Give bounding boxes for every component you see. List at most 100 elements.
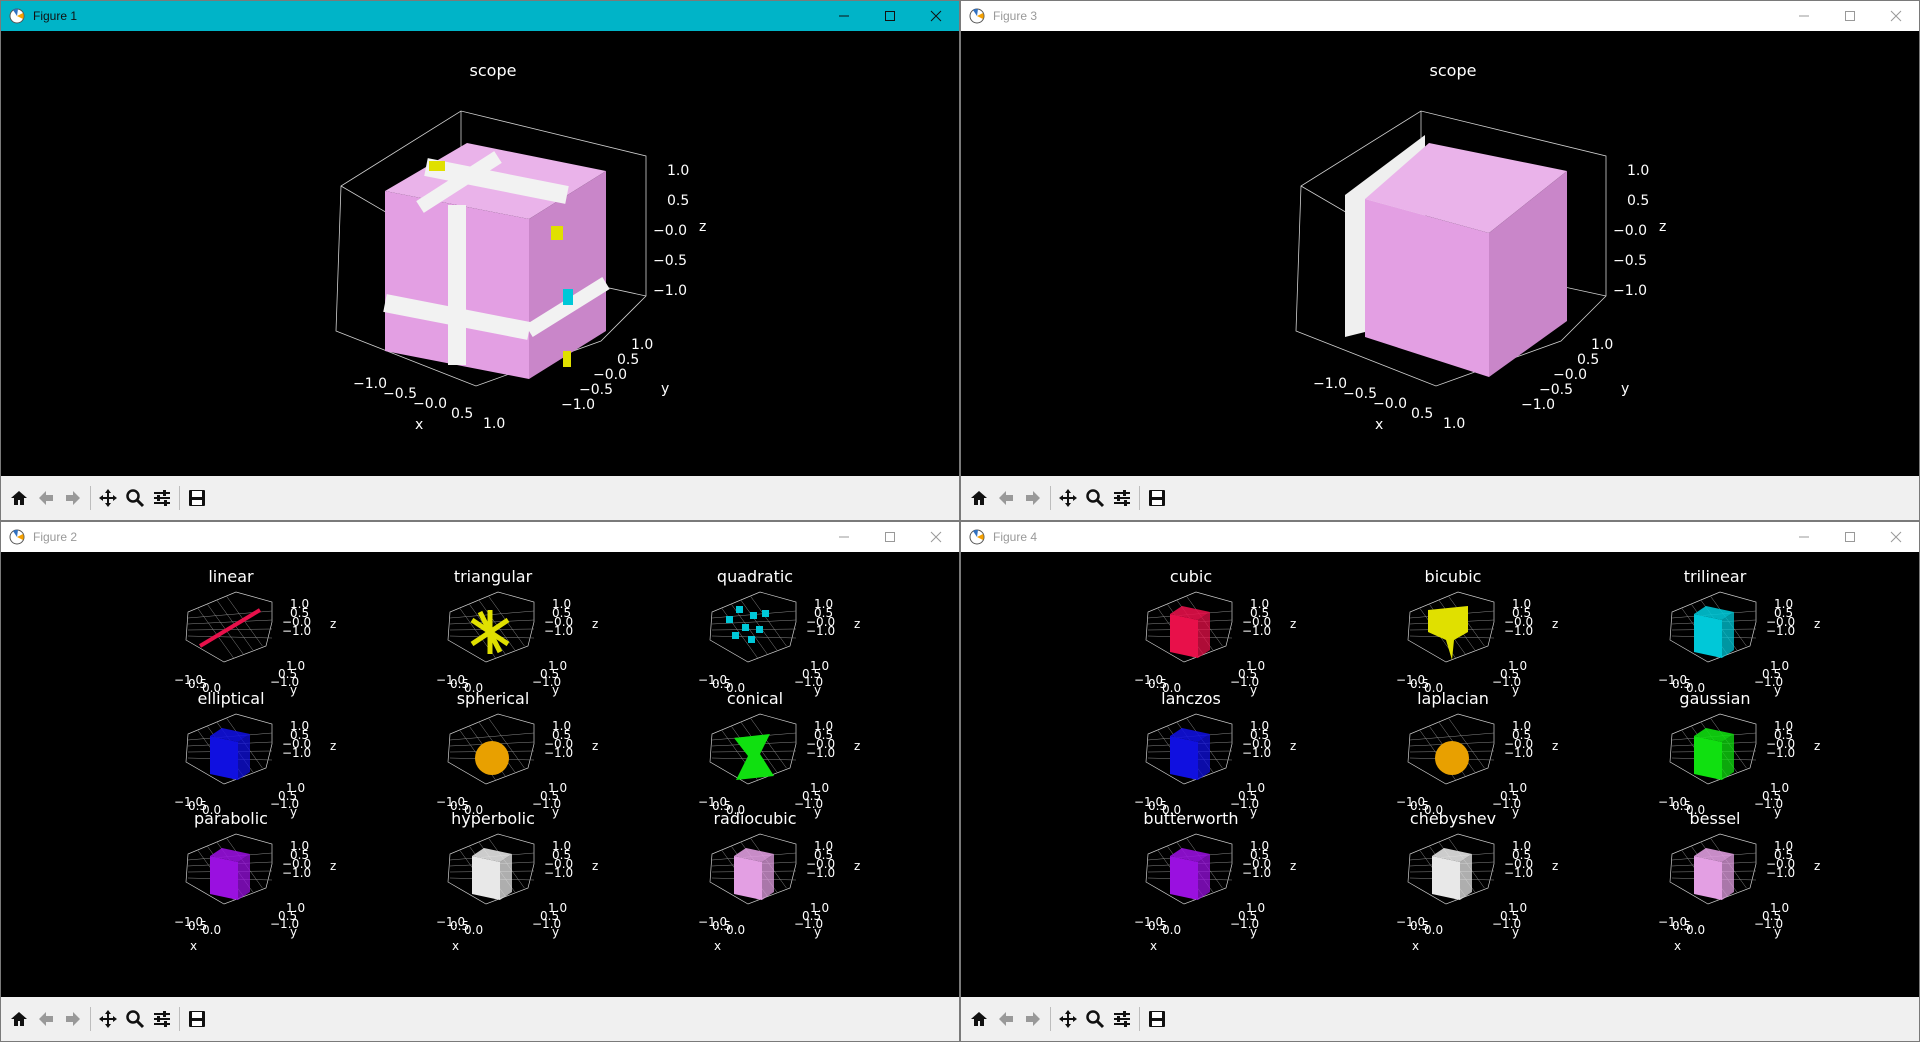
subplot-lanczos: lanczos1.00.5−0.0−1.0 z1.00.5−1.0y−1.00.5… bbox=[1134, 689, 1296, 819]
z-tick: 1.0 bbox=[1627, 163, 1649, 179]
x-tick: −0.5 bbox=[1343, 386, 1377, 402]
z-axis-label: z bbox=[330, 617, 336, 631]
pan-icon[interactable] bbox=[96, 1007, 120, 1031]
x-axis-label: x bbox=[1412, 939, 1419, 953]
x-axis-label: x bbox=[1150, 939, 1157, 953]
titlebar[interactable]: Figure 1 bbox=[1, 1, 959, 31]
matplotlib-icon bbox=[969, 529, 985, 545]
yellow-voxel bbox=[551, 226, 563, 240]
voxel-shape bbox=[1722, 734, 1734, 780]
back-arrow-icon[interactable] bbox=[994, 486, 1018, 510]
subplot-title: elliptical bbox=[197, 689, 264, 708]
x-axis-label: x bbox=[1674, 939, 1681, 953]
configure-icon[interactable] bbox=[1110, 486, 1134, 510]
maximize-button[interactable] bbox=[1827, 522, 1873, 552]
scope-plot: scope 1.0 0.5 −0.0 −0.5 −1.0 z 1.0 0.5 −… bbox=[335, 61, 706, 433]
save-icon[interactable] bbox=[1145, 1007, 1169, 1031]
z-tick: −1.0 bbox=[282, 624, 311, 638]
subplot-gaussian: gaussian1.00.5−0.0−1.0 z1.00.5−1.0y−1.00.… bbox=[1658, 689, 1820, 819]
close-button[interactable] bbox=[1873, 522, 1919, 552]
home-icon[interactable] bbox=[7, 486, 31, 510]
minimize-button[interactable] bbox=[821, 522, 867, 552]
voxel-shape bbox=[1460, 854, 1472, 900]
configure-icon[interactable] bbox=[1110, 1007, 1134, 1031]
minimize-button[interactable] bbox=[1781, 522, 1827, 552]
z-axis-label: z bbox=[1814, 617, 1820, 631]
titlebar[interactable]: Figure 2 bbox=[1, 522, 959, 552]
subplot-conical: conical1.00.5−0.0−1.0 z1.00.5−1.0y−1.00.5… bbox=[698, 689, 860, 819]
zoom-icon[interactable] bbox=[123, 486, 147, 510]
x-tick: 1.0 bbox=[1443, 416, 1465, 432]
minimize-button[interactable] bbox=[821, 1, 867, 31]
save-icon[interactable] bbox=[1145, 486, 1169, 510]
plot-title: scope bbox=[1430, 61, 1477, 80]
plot-canvas[interactable]: scope 1.0 0.5 −0.0 −0.5 −1.0 z 1.0 0.5 −… bbox=[1, 31, 959, 476]
back-arrow-icon[interactable] bbox=[994, 1007, 1018, 1031]
home-icon[interactable] bbox=[967, 486, 991, 510]
forward-arrow-icon[interactable] bbox=[61, 486, 85, 510]
zoom-icon[interactable] bbox=[123, 1007, 147, 1031]
maximize-button[interactable] bbox=[867, 1, 913, 31]
forward-arrow-icon[interactable] bbox=[61, 1007, 85, 1031]
z-tick: −1.0 bbox=[1504, 746, 1533, 760]
voxel-shape bbox=[1694, 856, 1722, 900]
close-button[interactable] bbox=[1873, 1, 1919, 31]
z-axis-label: z bbox=[1552, 617, 1558, 631]
z-tick: −0.5 bbox=[653, 253, 687, 269]
subplot-title: parabolic bbox=[194, 809, 268, 828]
x-tick: 0.0 bbox=[1686, 923, 1705, 937]
back-arrow-icon[interactable] bbox=[34, 486, 58, 510]
toolbar-separator bbox=[1139, 486, 1140, 510]
subplot-grid: cubic1.00.5−0.0−1.0 z1.00.5−1.0y−1.00.50.… bbox=[1134, 567, 1820, 953]
voxel-shape bbox=[734, 856, 762, 900]
z-tick: −1.0 bbox=[806, 624, 835, 638]
voxel-shape bbox=[1198, 734, 1210, 780]
matplotlib-icon bbox=[969, 8, 985, 24]
plot-canvas[interactable]: cubic 1.0 0.5 −0.0 −1.0 z 1.0 0.5 −1.0 y −1.0 0.5 0.… bbox=[961, 552, 1919, 997]
titlebar[interactable]: Figure 3 bbox=[961, 1, 1919, 31]
titlebar[interactable]: Figure 4 bbox=[961, 522, 1919, 552]
home-icon[interactable] bbox=[967, 1007, 991, 1031]
plot-canvas[interactable]: linear 1.0 0.5 −0.0 −1.0 z 1.0 0.5 −1.0 y −1.0 0.5 0… bbox=[1, 552, 959, 997]
subplot-title: hyperbolic bbox=[451, 809, 535, 828]
maximize-button[interactable] bbox=[867, 522, 913, 552]
voxel-shape bbox=[734, 734, 774, 780]
y-tick: 1.0 bbox=[1591, 337, 1613, 353]
voxel-shape bbox=[1722, 612, 1734, 658]
configure-icon[interactable] bbox=[150, 486, 174, 510]
figure-3-window: Figure 3 scope 1.0 0.5 −0.0 −0.5 −1.0 z … bbox=[960, 0, 1920, 521]
subplot-parabolic: parabolic1.00.5−0.0−1.0 z1.00.5−1.0y−1.00… bbox=[174, 809, 336, 953]
plot-canvas[interactable]: scope 1.0 0.5 −0.0 −0.5 −1.0 z 1.0 0.5 −… bbox=[961, 31, 1919, 476]
forward-arrow-icon[interactable] bbox=[1021, 1007, 1045, 1031]
voxel-shape bbox=[750, 612, 757, 619]
pan-icon[interactable] bbox=[1056, 486, 1080, 510]
back-arrow-icon[interactable] bbox=[34, 1007, 58, 1031]
z-tick: −1.0 bbox=[1613, 283, 1647, 299]
y-tick: −0.5 bbox=[579, 382, 613, 398]
toolbar-separator bbox=[1139, 1007, 1140, 1031]
x-tick: 0.5 bbox=[1411, 406, 1433, 422]
home-icon[interactable] bbox=[7, 1007, 31, 1031]
voxel-shape bbox=[1170, 736, 1198, 780]
zoom-icon[interactable] bbox=[1083, 1007, 1107, 1031]
save-icon[interactable] bbox=[185, 1007, 209, 1031]
matplotlib-icon bbox=[9, 529, 25, 545]
x-tick: 0.0 bbox=[1162, 923, 1181, 937]
y-axis-label: y bbox=[661, 381, 669, 397]
pan-icon[interactable] bbox=[96, 486, 120, 510]
save-icon[interactable] bbox=[185, 486, 209, 510]
maximize-button[interactable] bbox=[1827, 1, 1873, 31]
zoom-icon[interactable] bbox=[1083, 486, 1107, 510]
forward-arrow-icon[interactable] bbox=[1021, 486, 1045, 510]
voxel-shape bbox=[472, 856, 500, 900]
close-button[interactable] bbox=[913, 522, 959, 552]
configure-icon[interactable] bbox=[150, 1007, 174, 1031]
subplot-grid: linear1.00.5−0.0−1.0 z1.00.5−1.0y−1.00.50… bbox=[174, 567, 860, 953]
subplot-linear: linear1.00.5−0.0−1.0 z1.00.5−1.0y−1.00.50… bbox=[174, 567, 336, 697]
z-axis-label: z bbox=[330, 739, 336, 753]
pan-icon[interactable] bbox=[1056, 1007, 1080, 1031]
toolbar-separator bbox=[90, 486, 91, 510]
minimize-button[interactable] bbox=[1781, 1, 1827, 31]
close-button[interactable] bbox=[913, 1, 959, 31]
y-tick: −0.0 bbox=[1553, 367, 1587, 383]
